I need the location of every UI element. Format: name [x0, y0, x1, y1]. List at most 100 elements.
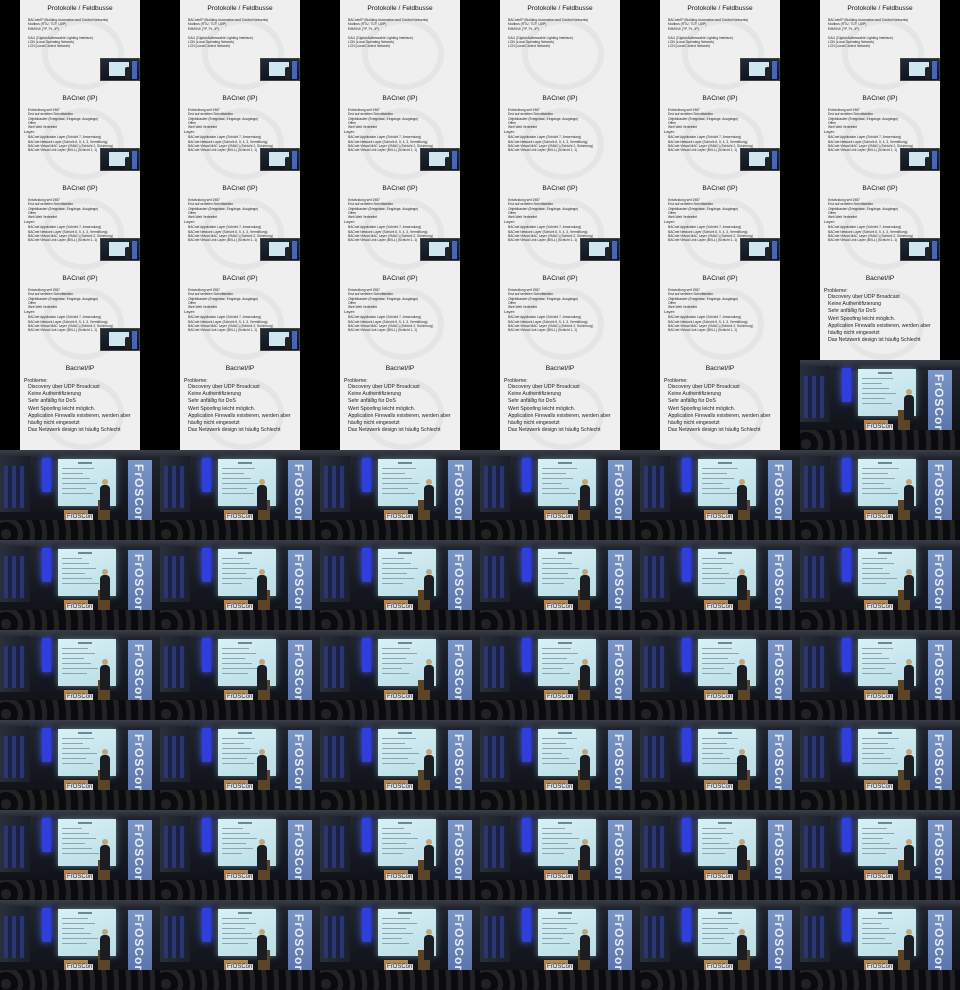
- stage-light-panel: [484, 466, 506, 508]
- bullet-list: Entwicklung seit 1987Erst auf seriellen …: [180, 288, 300, 309]
- thumbnail: BACnet (IP) Entwicklung seit 1987Erst auf…: [480, 270, 640, 360]
- bullet-list: Entwicklung seit 1987Erst auf seriellen …: [180, 198, 300, 219]
- slide-title: Bacnet/IP: [385, 365, 415, 372]
- thumbnail: FrOSCon FrOSCon: [0, 540, 160, 630]
- audience: [640, 790, 800, 810]
- screen-text-line: [862, 388, 889, 389]
- screen-text-line: [222, 473, 244, 474]
- audience: [320, 880, 480, 900]
- screen-title-line: [78, 642, 92, 644]
- screen-text-line: [702, 743, 727, 744]
- screen-title-line: [238, 642, 252, 644]
- slide-title: BACnet (IP): [222, 185, 258, 192]
- stage-light-panel: [644, 646, 666, 688]
- slide-title: Protokolle / Feldbusse: [687, 5, 753, 12]
- screen-text-line: [382, 583, 403, 584]
- slide-title: Bacnet/IP: [545, 365, 575, 372]
- bullet-list: Entwicklung seit 1987Erst auf seriellen …: [660, 288, 780, 309]
- screen-text-line: [542, 673, 570, 674]
- speaker-inset: [420, 238, 460, 261]
- froscon-banner: FrOSCon: [288, 910, 312, 974]
- banner-text: FrOSCon: [612, 914, 626, 974]
- thumbnail: FrOSCon FrOSCon: [0, 630, 160, 720]
- bullet-list: Discovery über UDP BroadcastKeine Authen…: [20, 384, 140, 434]
- screen-text-line: [62, 833, 89, 834]
- screen-text-line: [62, 933, 91, 934]
- thumbnail: BACnet (IP) Entwicklung seit 1987Erst auf…: [640, 180, 800, 270]
- thumbnail: BACnet (IP) Entwicklung seit 1987Erst auf…: [0, 270, 160, 360]
- projection-screen: [218, 819, 276, 866]
- screen-text-line: [542, 563, 572, 564]
- screen-text-line: [542, 653, 578, 654]
- screen-text-line: [62, 838, 96, 839]
- screen-title-line: [558, 912, 572, 914]
- bullet-item: Weit Weit Verbreitet: [348, 215, 458, 219]
- screen-text-line: [702, 468, 738, 469]
- thumbnail: FrOSCon FrOSCon: [640, 450, 800, 540]
- speaker: [257, 929, 267, 960]
- stage-light-panel: [164, 736, 186, 778]
- screen-text-line: [62, 843, 85, 844]
- thumbnail: BACnet (IP) Entwicklung seit 1987Erst auf…: [320, 270, 480, 360]
- screen-text-line: [222, 558, 243, 559]
- slide-title: BACnet (IP): [702, 275, 738, 282]
- screen-text-line: [382, 578, 414, 579]
- bullet-item: Weit Weit Verbreitet: [828, 215, 938, 219]
- slide-bacnet: BACnet (IP) Entwicklung seit 1987Erst auf…: [660, 180, 780, 270]
- bullet-item: EIB/KNX (TP, PL, IP): [28, 27, 138, 31]
- bullet-item: Das Netzwerk design ist häufig Schlecht: [668, 427, 778, 434]
- projection-screen: [218, 729, 276, 776]
- froscon-banner: FrOSCon: [288, 730, 312, 794]
- blue-light: [42, 638, 51, 672]
- bullet-item: LCN (Local Control Network): [348, 44, 458, 48]
- screen-text-line: [382, 933, 413, 934]
- banner-text: FrOSCon: [452, 734, 466, 794]
- slide-protokolle: Protokolle / Feldbusse BACnet/IP (Buildin…: [180, 0, 300, 90]
- screen-text-line: [542, 658, 567, 659]
- bullet-item: Application Firewalls existieren, werden…: [188, 413, 298, 427]
- screen-text-line: [382, 648, 410, 649]
- slide-title: Protokolle / Feldbusse: [527, 5, 593, 12]
- screen-text-line: [862, 378, 893, 379]
- inset-banner: [932, 241, 937, 259]
- screen-text-line: [62, 663, 91, 664]
- slide-bacnet: BACnet (IP) Entwicklung seit 1987Erst auf…: [660, 270, 780, 360]
- screen-text-line: [542, 568, 579, 569]
- screen-text-line: [862, 673, 892, 674]
- inset-banner: [932, 61, 937, 79]
- banner-text: FrOSCon: [452, 644, 466, 704]
- slide-bacnet-ip: Bacnet/IPProbleme:Discovery über UDP Bro…: [660, 360, 780, 450]
- screen-text-line: [542, 938, 563, 939]
- screen-text-line: [542, 828, 565, 829]
- bullet-item: LCN (Local Control Network): [28, 44, 138, 48]
- banner-text: FrOSCon: [772, 824, 786, 884]
- froscon-banner: FrOSCon: [768, 640, 792, 704]
- screen-text-line: [62, 493, 93, 494]
- audience: [320, 520, 480, 540]
- audience: [160, 520, 320, 540]
- banner-text: FrOSCon: [292, 914, 306, 974]
- inset-speaker: [125, 157, 130, 169]
- froscon-banner: FrOSCon: [128, 640, 152, 704]
- screen-text-line: [382, 668, 402, 669]
- speaker: [580, 929, 590, 960]
- thumbnail: FrOSCon FrOSCon: [800, 720, 960, 810]
- banner-text: FrOSCon: [292, 734, 306, 794]
- screen-text-line: [862, 918, 893, 919]
- blue-light: [202, 818, 211, 852]
- screen-text-line: [382, 558, 404, 559]
- banner-text: FrOSCon: [772, 734, 786, 794]
- screen-text-line: [62, 828, 82, 829]
- thumbnail: FrOSCon FrOSCon: [800, 900, 960, 990]
- slide-bacnet: BACnet (IP) Entwicklung seit 1987Erst auf…: [20, 90, 140, 180]
- thumbnail: FrOSCon FrOSCon: [480, 900, 640, 990]
- banner-text: FrOSCon: [292, 464, 306, 524]
- blue-light: [522, 818, 531, 852]
- bullet-list: Entwicklung seit 1987Erst auf seriellen …: [20, 288, 140, 309]
- blue-light: [362, 638, 371, 672]
- screen-text-line: [222, 943, 248, 944]
- slide-title: BACnet (IP): [382, 275, 418, 282]
- screen-text-line: [862, 848, 897, 849]
- banner-text: FrOSCon: [132, 824, 146, 884]
- slide-title: BACnet (IP): [542, 95, 578, 102]
